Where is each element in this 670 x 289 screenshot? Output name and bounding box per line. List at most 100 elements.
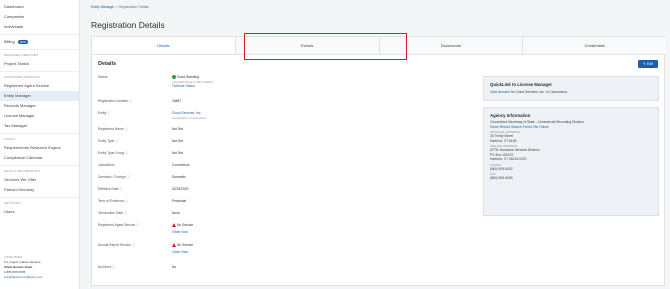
entity-type-group-label: Entity Type Group ⓘ bbox=[98, 151, 129, 155]
section-software-modules: SOFTWARE MODULES bbox=[4, 75, 40, 79]
quicklink-text-line: View licenses for Cloud Services, Inc. i… bbox=[490, 90, 652, 95]
override-status-link[interactable]: Override Status bbox=[172, 84, 212, 89]
quicklink-box: QuickLink to License Manager View licens… bbox=[483, 76, 659, 101]
info-icon[interactable]: ⓘ bbox=[115, 139, 118, 143]
divider bbox=[0, 165, 79, 166]
info-icon[interactable]: ⓘ bbox=[119, 187, 122, 191]
info-icon[interactable]: ⓘ bbox=[124, 211, 127, 215]
info-icon[interactable]: ⓘ bbox=[127, 175, 130, 179]
nav-item-billing[interactable]: Billing SOS bbox=[0, 37, 79, 47]
reg-number-label: Registration Number ⓘ bbox=[98, 99, 133, 103]
nav-item-users[interactable]: Users bbox=[0, 207, 79, 217]
nav-item-services-we-offer[interactable]: Services We Offer bbox=[0, 175, 79, 185]
effective-date-value: 02/15/2020 bbox=[172, 187, 189, 191]
ar-order-now-link[interactable]: Order Now bbox=[172, 250, 193, 255]
warning-icon bbox=[172, 243, 176, 248]
status-value: Good Standing Last Refreshed on 01/27/20… bbox=[172, 75, 212, 89]
nav-item-registered-agent-service[interactable]: Registered Agent Service bbox=[0, 81, 79, 91]
row-archived: Archived ⓘ No bbox=[98, 265, 478, 270]
section-title: Details bbox=[98, 61, 117, 67]
nav-item-partner-directory[interactable]: Partner Directory bbox=[0, 185, 79, 195]
info-icon[interactable]: ⓘ bbox=[129, 99, 132, 103]
divider bbox=[0, 197, 79, 198]
ar-service-value: No Service Order Now bbox=[172, 243, 193, 254]
nav-item-companies[interactable]: Companies bbox=[0, 12, 79, 22]
info-icon[interactable]: ⓘ bbox=[125, 151, 128, 155]
view-licenses-link[interactable]: View licenses bbox=[490, 90, 510, 94]
team-email-link[interactable]: info@harborcompliance.com bbox=[4, 275, 42, 280]
agency-forms-link[interactable]: Forms bbox=[523, 125, 532, 129]
nav-item-project-status[interactable]: Project Status bbox=[0, 59, 79, 69]
nav-item-records-manager[interactable]: Records Manager bbox=[0, 101, 79, 111]
billing-badge: SOS bbox=[17, 40, 29, 44]
physical-address-line: Hartford, CT 6106 bbox=[490, 138, 517, 143]
mailing-address-line: Hartford, CT 06115-0470 bbox=[490, 157, 527, 161]
entity-type-value: Not Set bbox=[172, 139, 183, 143]
breadcrumb-entity-manager-link[interactable]: Entity Manager bbox=[91, 5, 115, 9]
nav-item-entity-manager[interactable]: Entity Manager bbox=[0, 91, 79, 101]
registered-name-value: Not Set bbox=[172, 127, 183, 131]
page-title: Registration Details bbox=[91, 20, 165, 30]
breadcrumb-separator: > bbox=[115, 5, 118, 9]
row-entity: Entity ⓘ Cloud Services, Inc. Corporatio… bbox=[98, 111, 478, 120]
breadcrumb: Entity Manager > Registration Details bbox=[91, 5, 149, 9]
info-icon[interactable]: ⓘ bbox=[125, 127, 128, 131]
details-card: Details Events Documents Credentials Det… bbox=[91, 33, 666, 286]
entity-link[interactable]: Cloud Services, Inc. bbox=[172, 111, 206, 116]
divider bbox=[0, 133, 79, 134]
status-label: Status bbox=[98, 75, 108, 79]
nav-item-dashboard[interactable]: Dashboard bbox=[0, 2, 79, 12]
registered-name-label: Registered Name ⓘ bbox=[98, 127, 128, 131]
quicklink-text: for Cloud Services, Inc. in Connecticut. bbox=[510, 90, 568, 94]
jurisdiction-value: Connecticut bbox=[172, 163, 190, 167]
effective-date-label: Effective Date ⓘ bbox=[98, 187, 123, 191]
billing-label: Billing bbox=[4, 39, 15, 44]
section-settings: SETTINGS bbox=[4, 201, 21, 205]
main-content: Entity Manager > Registration Details Re… bbox=[80, 0, 670, 289]
info-icon[interactable]: ⓘ bbox=[125, 199, 128, 203]
jurisdiction-label: Jurisdiction bbox=[98, 163, 115, 167]
ra-service-text: No Service bbox=[177, 223, 194, 227]
info-icon[interactable]: ⓘ bbox=[136, 223, 139, 227]
agency-home-link[interactable]: Home bbox=[490, 125, 499, 129]
nav-item-compliance-calendar[interactable]: Compliance Calendar bbox=[0, 153, 79, 163]
term-value: Perpetual bbox=[172, 199, 187, 203]
entity-sub: Corporation | Connecticut bbox=[172, 115, 206, 120]
pencil-icon: ✎ bbox=[643, 62, 646, 66]
row-registered-name: Registered Name ⓘ Not Set bbox=[98, 127, 478, 132]
tab-credentials[interactable]: Credentials bbox=[523, 37, 666, 54]
archived-label: Archived ⓘ bbox=[98, 265, 115, 269]
domestic-foreign-value: Domestic bbox=[172, 175, 186, 179]
divider bbox=[0, 71, 79, 72]
nav-item-license-manager[interactable]: License Manager bbox=[0, 111, 79, 121]
agency-record-search-link[interactable]: Record Search bbox=[500, 125, 522, 129]
check-circle-icon bbox=[172, 75, 176, 80]
row-domestic-foreign: Domestic / Foreign ⓘ Domestic bbox=[98, 175, 478, 180]
info-icon[interactable]: ⓘ bbox=[132, 243, 135, 247]
ra-service-label: Registered Agent Service ⓘ bbox=[98, 223, 140, 227]
edit-label: Edit bbox=[646, 62, 653, 66]
section-help-information: HELP & INFORMATION bbox=[4, 169, 40, 173]
archived-value: No bbox=[172, 265, 177, 269]
breadcrumb-current: Registration Details bbox=[118, 5, 149, 9]
ra-order-now-link[interactable]: Order Now bbox=[172, 230, 193, 235]
status-text: Good Standing bbox=[177, 75, 199, 79]
edit-button[interactable]: ✎ Edit bbox=[638, 60, 658, 68]
nav-item-individuals[interactable]: Individuals bbox=[0, 22, 79, 32]
nav-item-tax-manager[interactable]: Tax Manager bbox=[0, 121, 79, 131]
tab-events[interactable]: Events bbox=[236, 37, 380, 54]
sidebar: Dashboard Companies Individuals Billing … bbox=[0, 0, 80, 289]
tab-details[interactable]: Details bbox=[92, 37, 236, 54]
quicklink-title: QuickLink to License Manager bbox=[490, 82, 553, 87]
row-registration-number: Registration Number ⓘ 34567 bbox=[98, 99, 478, 104]
info-icon[interactable]: ⓘ bbox=[112, 265, 115, 269]
your-team-block: YOUR TEAM For project related inquiries:… bbox=[4, 255, 42, 280]
row-entity-type-group: Entity Type Group ⓘ Not Set bbox=[98, 151, 478, 156]
entity-type-group-value: Not Set bbox=[172, 151, 183, 155]
info-icon[interactable]: ⓘ bbox=[107, 111, 110, 115]
tab-documents[interactable]: Documents bbox=[380, 37, 524, 54]
fax-value: (860) 509-6069 bbox=[490, 176, 513, 180]
nav-item-requirements-research-engine[interactable]: Requirements Research Engine bbox=[0, 143, 79, 153]
row-termination-date: Termination Date ⓘ None bbox=[98, 211, 478, 216]
agency-file-online-link[interactable]: File Online bbox=[533, 125, 549, 129]
